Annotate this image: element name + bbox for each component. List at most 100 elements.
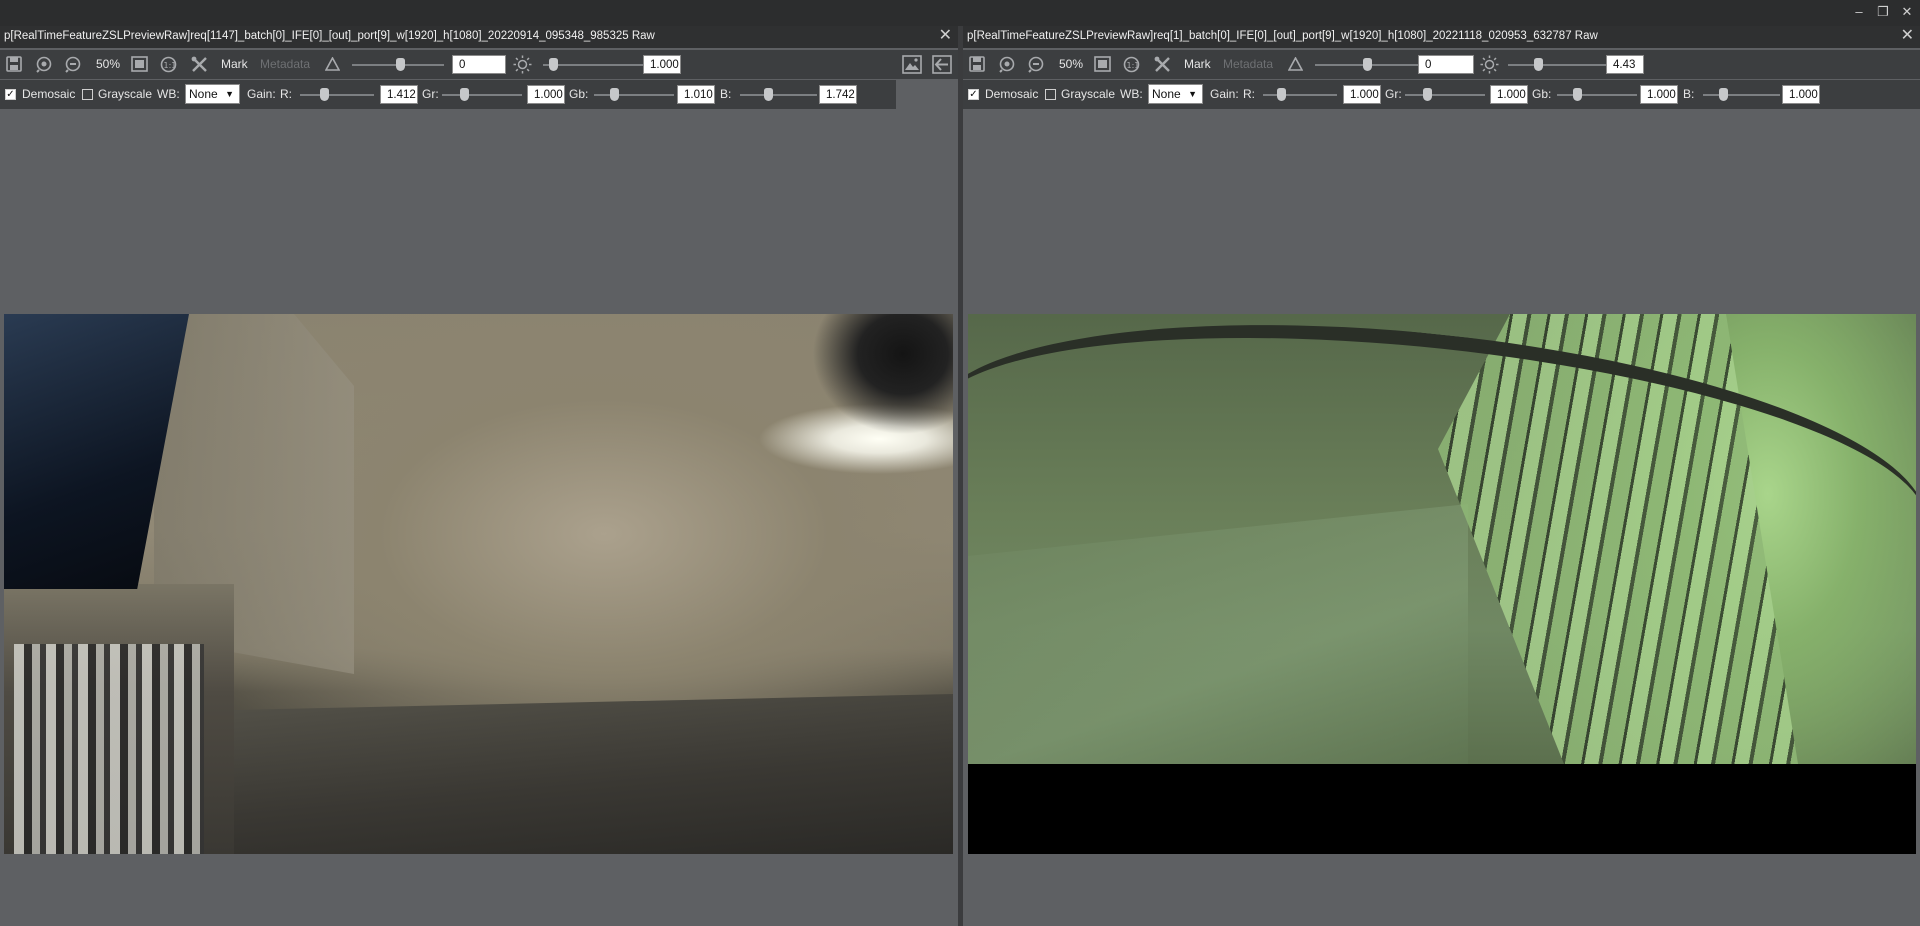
b-gain-field[interactable]: 1.000 [1782,85,1820,104]
wb-select[interactable]: None ▼ [1148,84,1203,104]
right-raw-image[interactable] [968,314,1916,854]
zoom-in-icon[interactable] [999,56,1016,73]
chevron-down-icon: ▼ [225,89,234,99]
brightness-value-field[interactable]: 4.43 [1606,55,1644,74]
brightness-sun-icon [1480,55,1499,74]
grayscale-label: Grayscale [1061,87,1116,101]
zoom-level: 50% [96,57,121,71]
metadata-button[interactable]: Metadata [1223,57,1273,71]
brightness-sun-icon [513,55,532,74]
right-gain-toolbar: ✓ Demosaic Grayscale WB: None ▼ Gain: R:… [963,80,1920,109]
gain-label: Gain: [1210,87,1239,101]
left-image-content [4,314,953,854]
one-to-one-icon[interactable]: 1:1 [1123,56,1140,73]
right-pane-close-icon[interactable]: ✕ [1901,27,1914,45]
gb-gain-field[interactable]: 1.000 [1640,85,1678,104]
brightness-slider-thumb[interactable] [1534,58,1543,71]
tools-icon[interactable] [191,56,209,73]
restore-button[interactable]: ❐ [1876,4,1890,20]
left-pane-close-icon[interactable]: ✕ [939,27,952,45]
brightness-slider-thumb[interactable] [549,58,558,71]
brightness-slider-track[interactable] [543,64,643,66]
r-gain-slider-track[interactable] [300,94,374,96]
one-to-one-icon[interactable]: 1:1 [160,56,177,73]
contrast-slider-thumb[interactable] [1363,58,1372,71]
brightness-slider-track[interactable] [1508,64,1608,66]
wb-select[interactable]: None ▼ [185,84,240,104]
b-gain-slider-track[interactable] [1703,94,1780,96]
window-titlebar: – ❐ ✕ [0,0,1920,26]
demosaic-label: Demosaic [985,87,1039,101]
grayscale-checkbox[interactable] [1045,89,1056,100]
left-pane-title: p[RealTimeFeatureZSLPreviewRaw]req[1147]… [4,30,655,42]
gb-gain-slider-track[interactable] [594,94,674,96]
gb-gain-slider-thumb[interactable] [610,88,619,101]
b-gain-slider-track[interactable] [740,94,817,96]
gb-label: Gb: [1532,87,1552,101]
r-label: R: [1243,87,1255,101]
b-gain-field[interactable]: 1.742 [819,85,857,104]
grayscale-label: Grayscale [98,87,153,101]
demosaic-checkbox[interactable]: ✓ [5,89,16,100]
mark-button[interactable]: Mark [1184,57,1211,71]
zoom-level: 50% [1059,57,1084,71]
contrast-slider-thumb[interactable] [396,58,405,71]
r-gain-field[interactable]: 1.412 [380,85,418,104]
minimize-button[interactable]: – [1852,4,1866,20]
left-image-pane: p[RealTimeFeatureZSLPreviewRaw]req[1147]… [0,26,958,926]
demosaic-checkbox[interactable]: ✓ [968,89,979,100]
save-icon[interactable] [969,56,985,72]
mark-button[interactable]: Mark [221,57,248,71]
right-toolbar: 50% 1:1 Mark Metadata 0 4.43 [963,50,1920,79]
left-toolbar: 50% 1:1 Mark Metadata 0 1.000 [0,50,958,79]
contrast-delta-icon [325,57,340,71]
fit-window-icon[interactable] [131,56,148,72]
wb-label: WB: [1120,87,1143,101]
right-image-content [968,314,1916,764]
image-test-chart [14,644,204,854]
gr-gain-slider-track[interactable] [1405,94,1485,96]
b-gain-slider-thumb[interactable] [764,88,773,101]
image-icon[interactable] [902,55,922,74]
demosaic-label: Demosaic [22,87,76,101]
zoom-out-icon[interactable] [1028,56,1045,73]
r-gain-slider-thumb[interactable] [320,88,329,101]
b-label: B: [720,87,732,101]
gb-gain-slider-track[interactable] [1557,94,1637,96]
zoom-out-icon[interactable] [65,56,82,73]
contrast-value-field[interactable]: 0 [452,55,506,74]
tools-icon[interactable] [1154,56,1172,73]
gb-gain-slider-thumb[interactable] [1573,88,1582,101]
b-gain-slider-thumb[interactable] [1719,88,1728,101]
fit-window-icon[interactable] [1094,56,1111,72]
gr-gain-slider-track[interactable] [442,94,522,96]
contrast-value-field[interactable]: 0 [1418,55,1474,74]
gain-label: Gain: [247,87,276,101]
gb-label: Gb: [569,87,589,101]
contrast-delta-icon [1288,57,1303,71]
gr-gain-field[interactable]: 1.000 [527,85,565,104]
gr-gain-field[interactable]: 1.000 [1490,85,1528,104]
image-black-band [968,764,1916,854]
r-gain-field[interactable]: 1.000 [1343,85,1381,104]
left-raw-image[interactable] [4,314,953,854]
svg-text:1:1: 1:1 [164,61,177,70]
zoom-in-icon[interactable] [36,56,53,73]
grayscale-checkbox[interactable] [82,89,93,100]
gb-gain-field[interactable]: 1.010 [677,85,715,104]
image-floor [234,694,953,854]
chevron-down-icon: ▼ [1188,89,1197,99]
close-window-button[interactable]: ✕ [1900,4,1914,20]
gr-gain-slider-thumb[interactable] [1423,88,1432,101]
metadata-button[interactable]: Metadata [260,57,310,71]
right-pane-title-bar: p[RealTimeFeatureZSLPreviewRaw]req[1]_ba… [963,26,1920,48]
save-icon[interactable] [6,56,22,72]
brightness-value-field[interactable]: 1.000 [643,55,681,74]
gr-gain-slider-thumb[interactable] [460,88,469,101]
r-gain-slider-thumb[interactable] [1277,88,1286,101]
wb-select-value: None [189,87,218,101]
arrow-left-icon[interactable] [932,55,952,74]
image-lamp [783,314,953,524]
r-gain-slider-track[interactable] [1263,94,1337,96]
window-controls: – ❐ ✕ [1852,4,1914,20]
